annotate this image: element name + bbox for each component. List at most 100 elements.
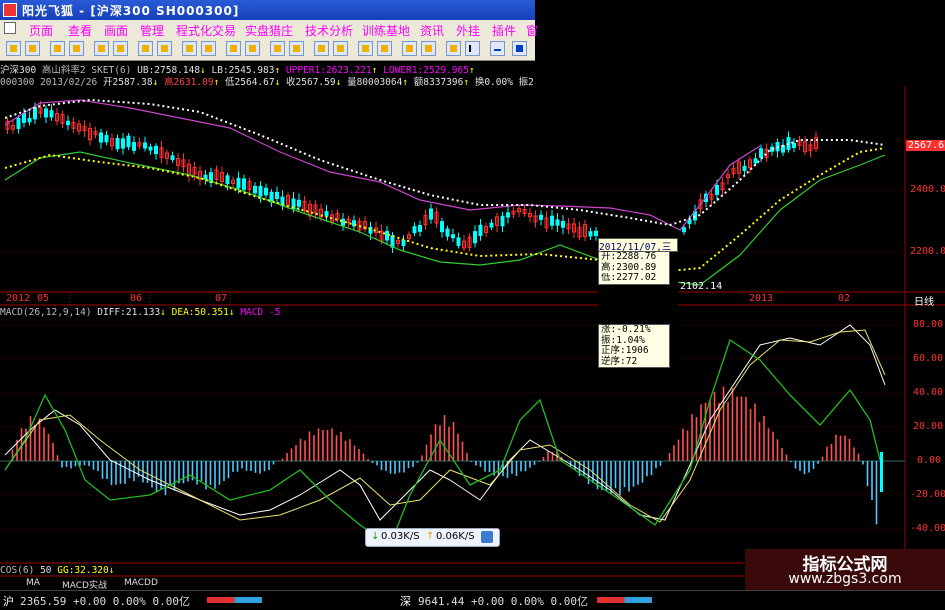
macd-info-row: MACD(26,12,9,14) DIFF:21.133↓ DEA:50.351… [0,307,280,319]
candle-body [506,212,510,218]
gg-arrow-icon: ↓ [108,565,115,576]
candle-body [132,142,136,151]
candle-body [401,239,406,247]
candle-body [445,228,450,237]
candle-body [49,110,54,118]
candle-body [418,224,422,232]
candle-body [143,142,147,149]
candle-body [203,174,208,180]
price-tick-2200: 2200.0 [910,246,945,257]
time-period-daily[interactable]: 日线 [914,293,934,308]
candle-body [440,221,444,233]
upload-speed: 0.06K/S [436,531,475,542]
candle-body [66,120,70,126]
candle-body [555,219,560,226]
macd-value: MACD -5 [240,307,281,318]
macd-tick-20: 20.00 [913,421,944,432]
candle-body [550,215,554,226]
tooltip-order: 正序:1906 [601,345,649,356]
candle-body [489,222,494,228]
tab-macdd[interactable]: MACDD [124,578,158,589]
cos-label: COS(6) [0,565,35,576]
download-speed: 0.03K/S [381,531,420,542]
candle-body [429,208,433,220]
candle-body [148,146,153,151]
candle-body [341,218,345,226]
macd-tick-neg20: -20.00 [910,489,945,500]
tab-macd-practice[interactable]: MACD实战 [62,578,107,591]
candle-body [456,237,461,246]
candle-body [715,184,719,195]
tooltip-stats: 涨:-0.21% 振:1.04% 正序:1906 逆序:72 [598,324,670,368]
sh-index-quote: 2365.59 +0.00 0.00% 0.00亿 [20,595,190,608]
candle-body [473,231,477,244]
candle-body [104,135,109,143]
sh-index-label: 沪 [3,595,14,608]
tooltip-change: 涨:-0.21% [601,324,651,335]
candle-body [682,227,686,233]
candle-body [478,224,483,236]
candle-body [324,211,329,217]
candle-body [390,235,395,248]
candle-body [225,175,230,185]
candle-body [115,138,120,150]
sz-index-label: 深 [400,595,411,608]
network-speed-widget[interactable]: ↓ 0.03K/S ↑ 0.06K/S [365,528,500,547]
candle-body [594,230,598,237]
time-label-2012: 2012 [6,293,31,304]
candle-body [170,155,175,160]
candle-body [412,226,417,234]
candle-body [99,132,103,143]
current-price-label: 2567.6 [906,140,945,151]
candle-body [500,215,505,227]
macd-tick-80: 80.00 [913,319,944,330]
macd-label: MACD(26,12,9,14) [0,307,92,318]
sh-breadth-bar [207,597,262,603]
candle-body [253,185,257,194]
tab-ma[interactable]: MA [26,578,40,589]
candle-body [759,148,763,158]
upload-arrow-icon: ↑ [426,531,435,542]
candle-body [792,142,796,148]
macd-tick-0: 0.00 [917,455,942,466]
candle-body [561,220,565,228]
candle-body [44,108,48,118]
candle-body [753,158,758,164]
time-label-2013: 2013 [749,293,774,304]
candle-body [742,165,747,171]
candle-body [16,117,21,129]
status-bar: 沪 2365.59 +0.00 0.00% 0.00亿 深 9641.44 +0… [0,590,945,610]
candle-body [154,145,158,155]
sz-index-quote: 9641.44 +0.00 0.00% 0.00亿 [418,595,588,608]
tooltip-reverse: 逆序:72 [601,355,638,367]
candle-body [451,234,455,239]
candle-body [539,214,543,220]
candle-body [264,187,268,196]
tooltip-open: 开:2288.76 [601,251,657,262]
cos-value: 50 [40,565,52,576]
candle-body [27,117,32,123]
candle-body [588,231,593,237]
tooltip-ohlc: 开:2288.76 高:2300.89 低:2277.02 [598,251,670,285]
cos-info-row: COS(6) 50 GG:32.320↓ [0,565,114,577]
tooltip-date: 2012/11/07,三 [598,238,678,252]
cursor-bar [880,452,883,492]
candle-body [297,199,301,207]
macd-green-line [4,338,881,546]
time-label-07: 07 [215,293,228,304]
tooltip-low: 低:2277.02 [601,273,657,283]
candle-body [269,191,274,203]
diff-arrow-icon: ↓ [160,307,166,318]
lower-band-line [4,151,886,286]
chart-canvas[interactable] [0,0,945,609]
low-price-annotation: 2102.14 [680,281,723,292]
macd-tick-neg40: -40.00 [910,523,945,534]
macd-tick-60: 60.00 [913,353,944,364]
tooltip-high: 高:2300.89 [601,261,657,273]
ub-dotted-line [4,98,886,227]
candle-body [126,135,131,148]
candle-body [242,178,246,190]
candle-body [275,191,279,200]
network-settings-icon[interactable] [481,531,493,543]
download-arrow-icon: ↓ [371,531,380,542]
